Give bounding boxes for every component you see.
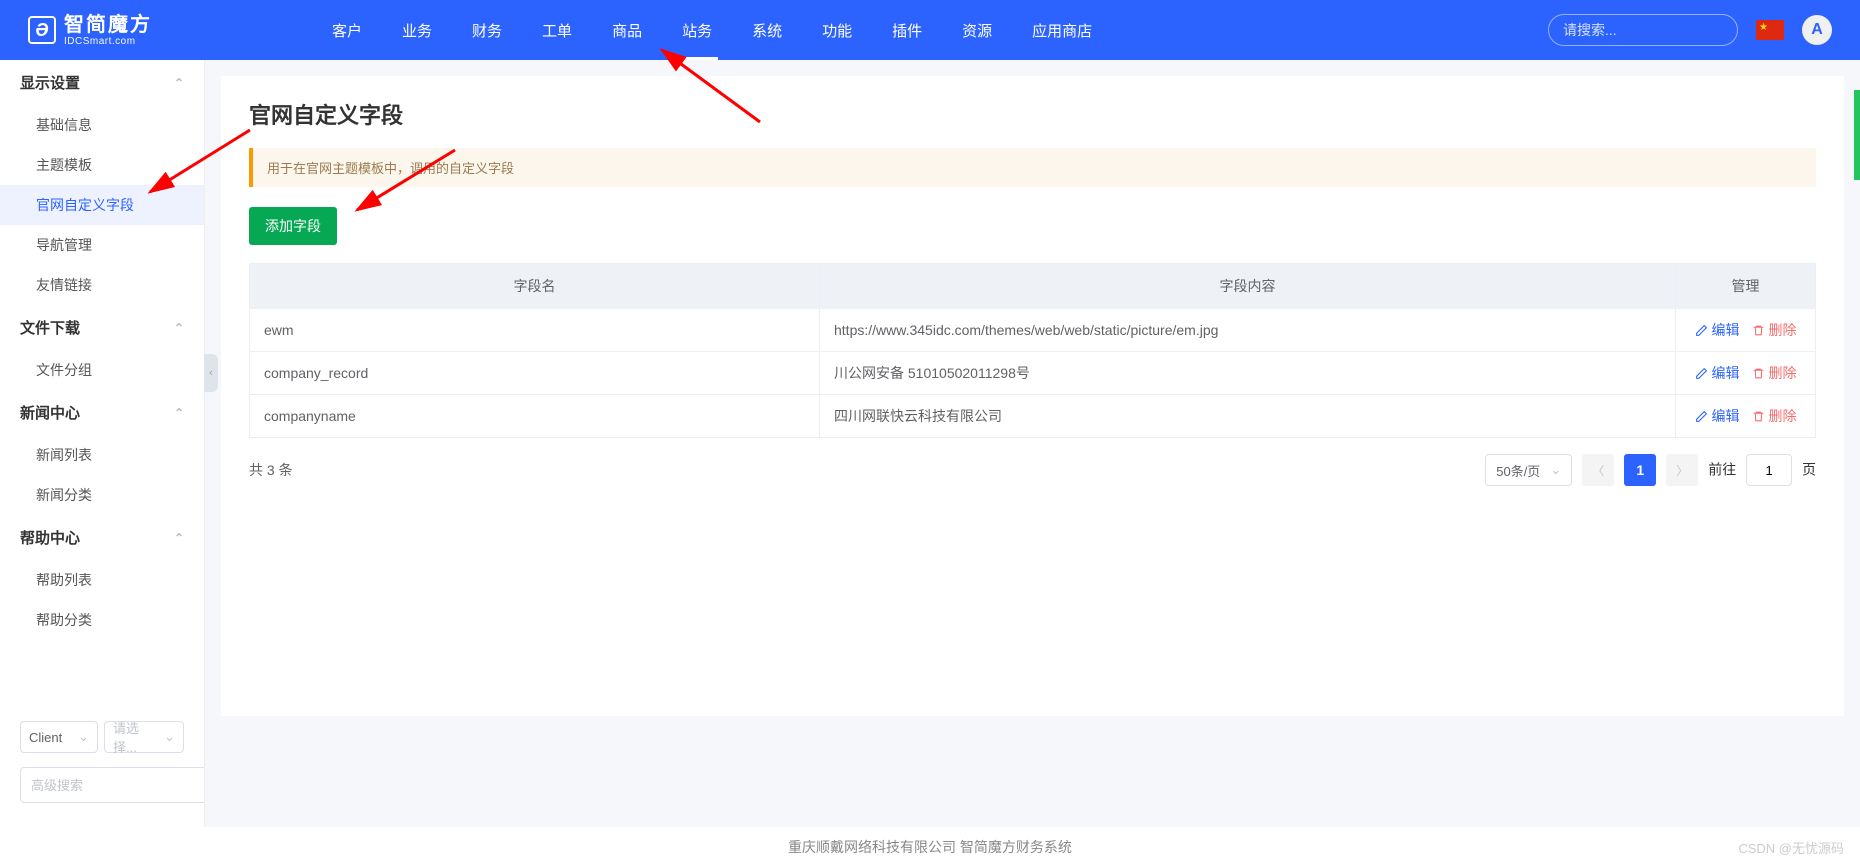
flag-icon[interactable] <box>1756 20 1784 40</box>
sidebar-item[interactable]: 基础信息 <box>0 105 204 145</box>
cell-actions: 编辑删除 <box>1676 395 1816 438</box>
add-field-button[interactable]: 添加字段 <box>249 207 337 245</box>
cell-name: ewm <box>250 309 820 352</box>
edit-icon <box>1695 324 1708 337</box>
panel: 官网自定义字段 用于在官网主题模板中，调用的自定义字段 添加字段 字段名 字段内… <box>221 76 1844 716</box>
sidebar-item[interactable]: 官网自定义字段 <box>0 185 204 225</box>
delete-link[interactable]: 删除 <box>1752 406 1797 426</box>
global-search[interactable] <box>1548 14 1738 46</box>
note-banner: 用于在官网主题模板中，调用的自定义字段 <box>249 148 1816 187</box>
chevron-down-icon: ⌄ <box>164 729 175 745</box>
col-content: 字段内容 <box>820 264 1676 309</box>
client-select-label: Client <box>29 730 62 745</box>
nav-item-6[interactable]: 系统 <box>732 0 802 60</box>
sidebar-item[interactable]: 帮助分类 <box>0 600 204 640</box>
pagination-row: 共 3 条 50条/页 ⌄ 〈 1 〉 前往 页 <box>249 454 1816 486</box>
sidebar-bottom: Client ⌄ 请选择... ⌄ <box>0 709 204 815</box>
sidebar: 显示设置⌃基础信息主题模板官网自定义字段导航管理友情链接文件下载⌃文件分组新闻中… <box>0 60 205 827</box>
nav-item-10[interactable]: 应用商店 <box>1012 0 1112 60</box>
cell-name: companyname <box>250 395 820 438</box>
page-number[interactable]: 1 <box>1624 454 1656 486</box>
chevron-up-icon: ⌃ <box>174 76 184 90</box>
sidebar-item[interactable]: 导航管理 <box>0 225 204 265</box>
trash-icon <box>1752 367 1765 380</box>
top-nav: 客户业务财务工单商品站务系统功能插件资源应用商店 <box>312 0 1112 60</box>
logo-title: 智简魔方 <box>64 14 152 36</box>
cell-name: company_record <box>250 352 820 395</box>
logo[interactable]: Ə 智简魔方 IDCSmart.com <box>28 14 152 47</box>
next-page-button[interactable]: 〉 <box>1666 454 1698 486</box>
sidebar-section-header[interactable]: 文件下载⌃ <box>0 305 204 350</box>
prev-page-button[interactable]: 〈 <box>1582 454 1614 486</box>
sidebar-section-header[interactable]: 显示设置⌃ <box>0 60 204 105</box>
nav-item-2[interactable]: 财务 <box>452 0 522 60</box>
trash-icon <box>1752 324 1765 337</box>
nav-item-7[interactable]: 功能 <box>802 0 872 60</box>
nav-item-4[interactable]: 商品 <box>592 0 662 60</box>
table-row: companyname四川网联快云科技有限公司编辑删除 <box>250 395 1816 438</box>
avatar[interactable]: A <box>1802 15 1832 45</box>
nav-item-8[interactable]: 插件 <box>872 0 942 60</box>
col-name: 字段名 <box>250 264 820 309</box>
sidebar-section-header[interactable]: 新闻中心⌃ <box>0 390 204 435</box>
sidebar-item[interactable]: 友情链接 <box>0 265 204 305</box>
chevron-up-icon: ⌃ <box>174 531 184 545</box>
sidebar-item[interactable]: 文件分组 <box>0 350 204 390</box>
sidebar-item[interactable]: 新闻列表 <box>0 435 204 475</box>
secondary-select[interactable]: 请选择... ⌄ <box>104 721 184 753</box>
page-size-select[interactable]: 50条/页 ⌄ <box>1485 454 1572 486</box>
secondary-select-placeholder: 请选择... <box>113 718 158 756</box>
sidebar-section-header[interactable]: 帮助中心⌃ <box>0 515 204 560</box>
client-select[interactable]: Client ⌄ <box>20 721 98 753</box>
edit-icon <box>1695 367 1708 380</box>
cell-content: 四川网联快云科技有限公司 <box>820 395 1676 438</box>
cell-content: 川公网安备 51010502011298号 <box>820 352 1676 395</box>
logo-subtitle: IDCSmart.com <box>64 36 152 47</box>
edit-link[interactable]: 编辑 <box>1695 363 1740 383</box>
top-header: Ə 智简魔方 IDCSmart.com 客户业务财务工单商品站务系统功能插件资源… <box>0 0 1860 60</box>
chevron-down-icon: ⌄ <box>1550 462 1561 478</box>
nav-item-3[interactable]: 工单 <box>522 0 592 60</box>
footer: 重庆顺戴网络科技有限公司 智简魔方财务系统 <box>0 827 1860 867</box>
chevron-up-icon: ⌃ <box>174 406 184 420</box>
trash-icon <box>1752 410 1765 423</box>
sidebar-item[interactable]: 主题模板 <box>0 145 204 185</box>
cell-content: https://www.345idc.com/themes/web/web/st… <box>820 309 1676 352</box>
fields-table: 字段名 字段内容 管理 ewmhttps://www.345idc.com/th… <box>249 263 1816 438</box>
chevron-up-icon: ⌃ <box>174 321 184 335</box>
goto-page-input[interactable] <box>1746 454 1792 486</box>
nav-item-9[interactable]: 资源 <box>942 0 1012 60</box>
table-row: company_record川公网安备 51010502011298号编辑删除 <box>250 352 1816 395</box>
watermark: CSDN @无忧源码 <box>1738 838 1844 857</box>
col-actions: 管理 <box>1676 264 1816 309</box>
nav-item-5[interactable]: 站务 <box>662 0 732 60</box>
search-input[interactable] <box>1563 22 1744 38</box>
sidebar-item[interactable]: 新闻分类 <box>0 475 204 515</box>
sidebar-item[interactable]: 帮助列表 <box>0 560 204 600</box>
page-title: 官网自定义字段 <box>249 98 1816 130</box>
right-scrollbar[interactable] <box>1854 90 1860 180</box>
cell-actions: 编辑删除 <box>1676 352 1816 395</box>
cell-actions: 编辑删除 <box>1676 309 1816 352</box>
table-row: ewmhttps://www.345idc.com/themes/web/web… <box>250 309 1816 352</box>
edit-icon <box>1695 410 1708 423</box>
total-count: 共 3 条 <box>249 460 293 480</box>
delete-link[interactable]: 删除 <box>1752 363 1797 383</box>
advanced-search-input[interactable] <box>20 767 205 803</box>
nav-item-0[interactable]: 客户 <box>312 0 382 60</box>
chevron-down-icon: ⌄ <box>78 729 89 745</box>
main-content: 官网自定义字段 用于在官网主题模板中，调用的自定义字段 添加字段 字段名 字段内… <box>205 60 1860 827</box>
goto-page: 前往 页 <box>1708 454 1816 486</box>
logo-icon: Ə <box>28 16 56 44</box>
edit-link[interactable]: 编辑 <box>1695 406 1740 426</box>
nav-item-1[interactable]: 业务 <box>382 0 452 60</box>
edit-link[interactable]: 编辑 <box>1695 320 1740 340</box>
sidebar-collapse-button[interactable]: ‹ <box>204 354 218 392</box>
delete-link[interactable]: 删除 <box>1752 320 1797 340</box>
